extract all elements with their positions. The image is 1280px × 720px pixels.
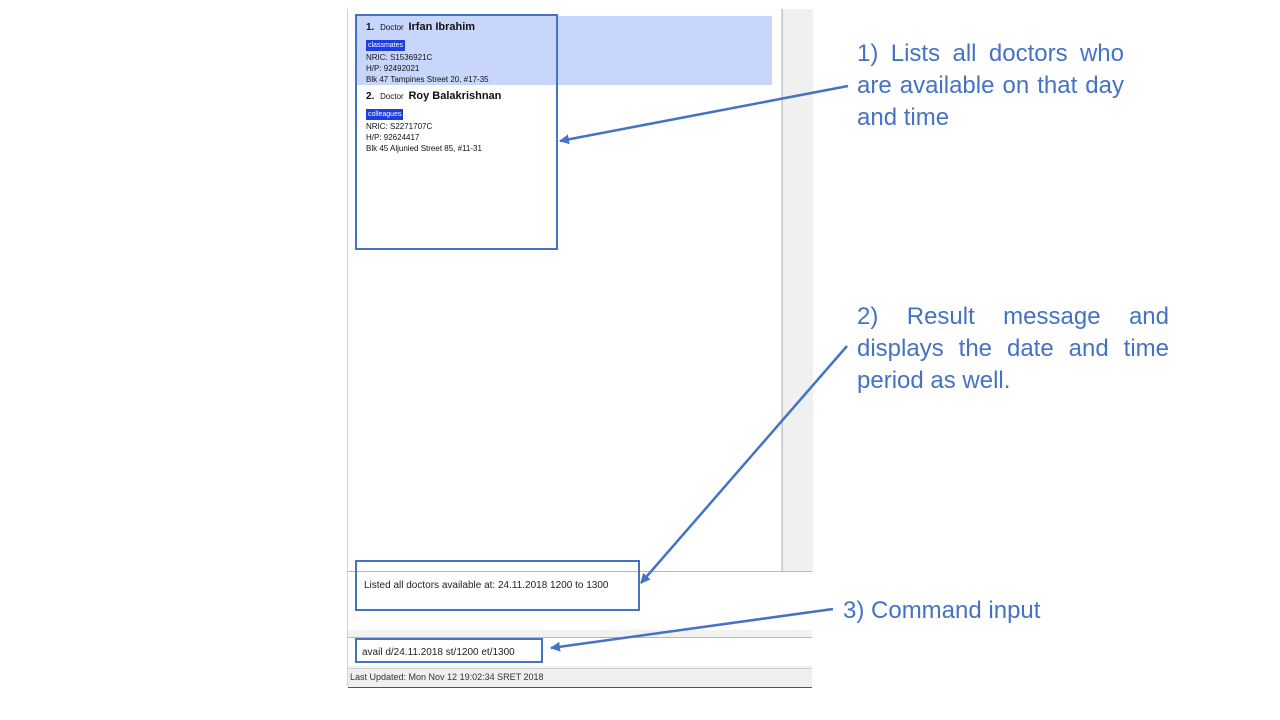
highlight-box-list — [355, 14, 558, 250]
annotation-command: 3) Command input — [843, 597, 1041, 624]
status-text: Last Updated: Mon Nov 12 19:02:34 SRET 2… — [350, 672, 544, 682]
annotation-result: 2) Result message and displays the date … — [857, 303, 1169, 394]
side-panel — [782, 9, 813, 571]
status-bar: Last Updated: Mon Nov 12 19:02:34 SRET 2… — [348, 668, 812, 688]
highlight-box-result — [355, 560, 640, 611]
highlight-box-command — [355, 638, 543, 663]
annotation-list: 1) Lists all doctors who are available o… — [857, 40, 1124, 131]
